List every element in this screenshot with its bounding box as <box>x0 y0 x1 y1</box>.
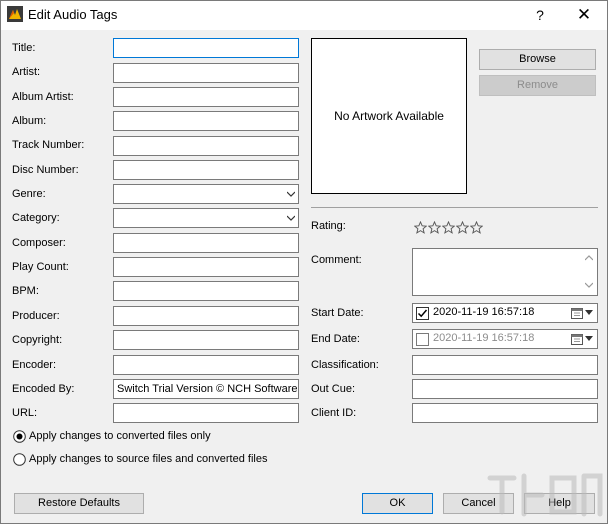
url-input[interactable] <box>113 403 299 423</box>
title-label: Title: <box>12 42 36 54</box>
start-date-picker[interactable]: 2020-11-19 16:57:18 <box>412 303 598 323</box>
edit-audio-tags-dialog: Edit Audio Tags ? ✕ Title: Artist: Album… <box>0 0 608 524</box>
window-title: Edit Audio Tags <box>28 7 118 22</box>
help-title-button[interactable]: ? <box>528 5 552 25</box>
play-count-label: Play Count: <box>12 261 69 273</box>
artwork-box[interactable]: No Artwork Available <box>311 38 467 194</box>
start-date-label: Start Date: <box>311 307 364 319</box>
end-date-value: 2020-11-19 16:57:18 <box>433 332 535 344</box>
separator <box>311 207 598 208</box>
bpm-label: BPM: <box>12 285 39 297</box>
client-id-label: Client ID: <box>311 407 357 419</box>
end-date-picker[interactable]: 2020-11-19 16:57:18 <box>412 329 598 349</box>
star-icon[interactable] <box>414 221 427 234</box>
encoded-by-input[interactable]: Switch Trial Version © NCH Software <box>113 379 299 399</box>
title-input[interactable] <box>113 38 299 58</box>
producer-label: Producer: <box>12 310 60 322</box>
ok-button[interactable]: OK <box>362 493 433 514</box>
disc-number-input[interactable] <box>113 160 299 180</box>
genre-label: Genre: <box>12 188 46 200</box>
category-label: Category: <box>12 212 60 224</box>
watermark-logo <box>487 473 603 517</box>
out-cue-label: Out Cue: <box>311 383 356 395</box>
classification-input[interactable] <box>412 355 598 375</box>
out-cue-input[interactable] <box>412 379 598 399</box>
end-date-checkbox[interactable] <box>416 333 429 346</box>
bpm-input[interactable] <box>113 281 299 301</box>
star-icon[interactable] <box>442 221 455 234</box>
browse-button[interactable]: Browse <box>479 49 596 70</box>
scroll-up-icon[interactable] <box>585 254 593 262</box>
url-label: URL: <box>12 407 38 419</box>
copyright-input[interactable] <box>113 330 299 350</box>
app-logo-icon <box>7 6 23 22</box>
category-dropdown[interactable] <box>113 208 299 228</box>
restore-defaults-button[interactable]: Restore Defaults <box>14 493 144 514</box>
title-bar: Edit Audio Tags ? ✕ <box>1 1 607 30</box>
end-date-label: End Date: <box>311 333 360 345</box>
calendar-icon[interactable] <box>571 307 583 319</box>
album-artist-label: Album Artist: <box>12 91 74 103</box>
start-date-value: 2020-11-19 16:57:18 <box>433 306 535 318</box>
star-icon[interactable] <box>470 221 483 234</box>
encoder-input[interactable] <box>113 355 299 375</box>
remove-button[interactable]: Remove <box>479 75 596 96</box>
radio-converted-only-label[interactable]: Apply changes to converted files only <box>29 430 211 442</box>
artist-input[interactable] <box>113 63 299 83</box>
chevron-down-icon <box>287 191 295 197</box>
producer-input[interactable] <box>113 306 299 326</box>
artist-label: Artist: <box>12 66 41 78</box>
composer-input[interactable] <box>113 233 299 253</box>
calendar-icon[interactable] <box>571 333 583 345</box>
radio-converted-only[interactable] <box>13 430 26 443</box>
disc-number-label: Disc Number: <box>12 164 79 176</box>
radio-source-and-converted[interactable] <box>13 453 26 466</box>
album-input[interactable] <box>113 111 299 131</box>
rating-label: Rating: <box>311 220 346 232</box>
copyright-label: Copyright: <box>12 334 63 346</box>
album-label: Album: <box>12 115 47 127</box>
comment-textarea[interactable] <box>412 248 598 296</box>
track-number-input[interactable] <box>113 136 299 156</box>
classification-label: Classification: <box>311 359 379 371</box>
no-artwork-text: No Artwork Available <box>334 109 444 123</box>
scroll-down-icon[interactable] <box>585 281 593 289</box>
comment-label: Comment: <box>311 254 362 266</box>
radio-source-and-converted-label[interactable]: Apply changes to source files and conver… <box>29 453 267 465</box>
dropdown-arrow-icon[interactable] <box>585 310 593 316</box>
client-id-input[interactable] <box>412 403 598 423</box>
checkmark-icon <box>417 309 428 318</box>
encoder-label: Encoder: <box>12 359 57 371</box>
track-number-label: Track Number: <box>12 139 85 151</box>
rating-stars[interactable] <box>414 221 483 234</box>
play-count-input[interactable] <box>113 257 299 277</box>
encoded-by-label: Encoded By: <box>12 383 75 395</box>
star-icon[interactable] <box>456 221 469 234</box>
album-artist-input[interactable] <box>113 87 299 107</box>
star-icon[interactable] <box>428 221 441 234</box>
start-date-checkbox[interactable] <box>416 307 429 320</box>
genre-dropdown[interactable] <box>113 184 299 204</box>
close-button[interactable]: ✕ <box>572 5 596 25</box>
composer-label: Composer: <box>12 237 66 249</box>
dropdown-arrow-icon[interactable] <box>585 336 593 342</box>
chevron-down-icon <box>287 215 295 221</box>
